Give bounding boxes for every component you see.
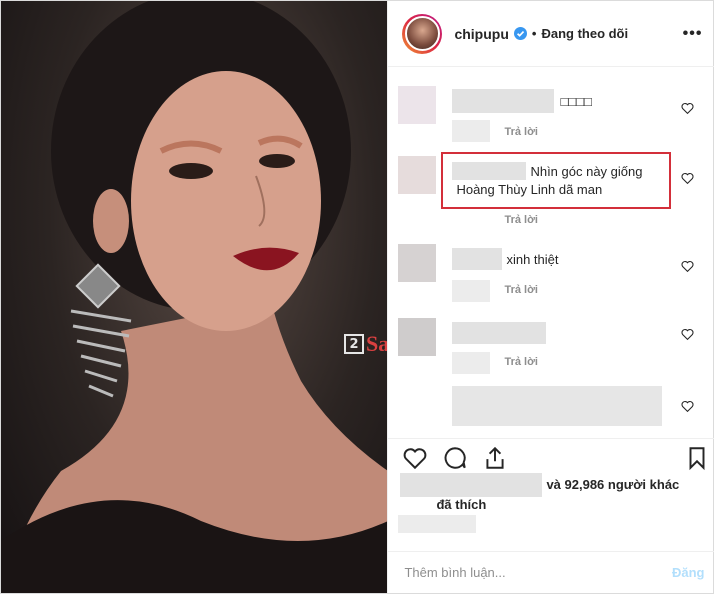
blurred-username bbox=[452, 322, 547, 344]
likes-count[interactable]: và 92,986 người khác bbox=[546, 477, 679, 492]
blurred-timestamp bbox=[398, 515, 477, 533]
blurred-username bbox=[452, 89, 555, 113]
bookmark-icon[interactable] bbox=[684, 445, 710, 471]
portrait-illustration bbox=[1, 1, 388, 593]
blurred-liker bbox=[400, 473, 543, 497]
blurred-username bbox=[452, 248, 503, 270]
heart-icon[interactable] bbox=[681, 260, 694, 273]
reply-link[interactable]: Trả lời bbox=[504, 356, 538, 368]
blurred-avatar bbox=[398, 86, 437, 124]
heart-icon[interactable] bbox=[681, 172, 694, 185]
post-header: chipupu • Đang theo dõi ••• bbox=[388, 1, 714, 67]
like-heart-icon[interactable] bbox=[402, 445, 428, 471]
comment-text: □□□□ bbox=[560, 94, 592, 109]
share-icon[interactable] bbox=[482, 445, 508, 471]
heart-icon[interactable] bbox=[681, 328, 694, 341]
reply-link[interactable]: Trả lời bbox=[504, 214, 538, 226]
heart-icon[interactable] bbox=[681, 102, 694, 115]
avatar[interactable] bbox=[402, 13, 443, 54]
post-button[interactable]: Đăng bbox=[672, 565, 705, 580]
watermark: 2 Sao bbox=[344, 331, 387, 357]
separator-dot: • bbox=[531, 26, 537, 41]
watermark-text: Sao bbox=[366, 331, 388, 356]
comment-text: xinh thiệt bbox=[506, 252, 559, 267]
blurred-avatar bbox=[398, 318, 437, 356]
watermark-number: 2 bbox=[344, 334, 364, 354]
comment-icon[interactable] bbox=[442, 445, 468, 471]
highlight-box bbox=[441, 152, 672, 209]
liked-label: đã thích bbox=[436, 497, 487, 512]
blurred-avatar bbox=[398, 244, 437, 282]
add-comment-bar: Thêm bình luận... Đăng bbox=[388, 551, 714, 593]
post-sidebar: chipupu • Đang theo dõi ••• □□□□ Trả lời bbox=[387, 1, 714, 593]
reply-link[interactable]: Trả lời bbox=[504, 284, 538, 296]
blurred-comment bbox=[452, 386, 663, 426]
blurred-avatar bbox=[398, 156, 437, 194]
verified-icon bbox=[513, 27, 527, 40]
post-photo[interactable]: 2 Sao bbox=[1, 1, 388, 593]
comment-input[interactable]: Thêm bình luận... bbox=[404, 565, 505, 580]
reply-link[interactable]: Trả lời bbox=[504, 126, 538, 138]
username[interactable]: chipupu bbox=[454, 26, 508, 42]
follow-status-button[interactable]: Đang theo dõi bbox=[541, 26, 628, 41]
heart-icon[interactable] bbox=[681, 400, 694, 413]
more-options-icon[interactable]: ••• bbox=[683, 25, 703, 43]
post-frame: 2 Sao chipupu • Đang theo dõi ••• □□□□ bbox=[0, 0, 714, 594]
comments-list: □□□□ Trả lời Nhìn góc này giống Hoàng Th… bbox=[388, 68, 714, 438]
